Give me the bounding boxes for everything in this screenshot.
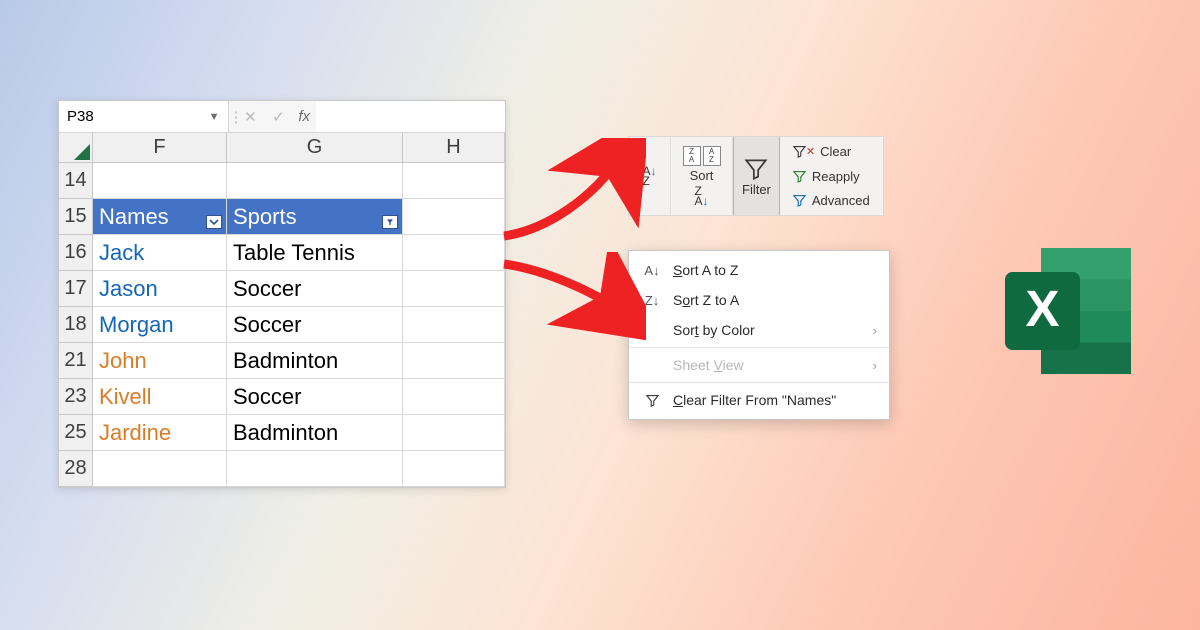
excel-logo-icon: X [996, 236, 1146, 386]
cell[interactable] [403, 451, 505, 487]
reapply-filter-button[interactable]: Reapply [788, 166, 874, 187]
worksheet-grid: F G H 1415NamesSports 16JackTable Tennis 1… [59, 133, 505, 487]
cell[interactable] [403, 271, 505, 307]
clear-filter-button[interactable]: ✕ Clear [788, 141, 874, 162]
name-box[interactable]: P38 ▼ [59, 101, 229, 132]
menu-sort-za[interactable]: Z↓ Sort Z to A [629, 285, 889, 315]
row-header[interactable]: 23 [59, 379, 93, 415]
cell-name[interactable] [93, 163, 227, 199]
svg-text:X: X [1025, 280, 1059, 337]
column-header[interactable]: H [403, 133, 505, 163]
cell[interactable] [403, 415, 505, 451]
formula-bar: P38 ▼ ⋮ ✕ ✓ fx [59, 101, 505, 133]
cell-sport[interactable]: Table Tennis [227, 235, 403, 271]
cell[interactable] [403, 199, 505, 235]
cell-name[interactable]: Kivell [93, 379, 227, 415]
spreadsheet-panel: P38 ▼ ⋮ ✕ ✓ fx F G H 1415NamesSports16Ja… [58, 100, 506, 488]
confirm-formula-icon[interactable]: ✓ [264, 108, 292, 126]
filter-dropdown-icon[interactable] [206, 215, 222, 229]
menu-separator [629, 382, 889, 383]
menu-sheet-view: Sheet View › [629, 350, 889, 380]
sort-za-icon: Z↓ [641, 293, 663, 308]
menu-sort-by-color[interactable]: Sort by Color › [629, 315, 889, 345]
filter-button[interactable]: Filter [733, 137, 780, 215]
sort-az-button[interactable]: A↓Z [629, 137, 671, 215]
cell[interactable] [403, 343, 505, 379]
advanced-filter-button[interactable]: Advanced [788, 190, 874, 211]
sort-az-icon: A↓ [641, 263, 663, 278]
cell[interactable] [403, 163, 505, 199]
formula-input[interactable] [316, 101, 505, 132]
chevron-right-icon: › [873, 358, 877, 373]
cell-name[interactable]: Jason [93, 271, 227, 307]
chevron-right-icon: › [873, 323, 877, 338]
column-header[interactable]: F [93, 133, 227, 163]
table-header-sports[interactable]: Sports [227, 199, 403, 235]
row-header[interactable]: 21 [59, 343, 93, 379]
cell-name[interactable]: Jack [93, 235, 227, 271]
cell-name[interactable]: Jardine [93, 415, 227, 451]
table-header-names[interactable]: Names [93, 199, 227, 235]
cancel-formula-icon[interactable]: ✕ [237, 108, 265, 126]
row-header[interactable]: 16 [59, 235, 93, 271]
arrow-to-menu [486, 252, 646, 342]
fx-label[interactable]: fx [292, 108, 316, 125]
sort-dialog-button[interactable]: ZA AZ Sort ZA↓ [671, 137, 733, 215]
row-header[interactable]: 14 [59, 163, 93, 199]
cell-sport[interactable] [227, 451, 403, 487]
menu-clear-filter[interactable]: Clear Filter From "Names" [629, 385, 889, 415]
cell-sport[interactable]: Badminton [227, 343, 403, 379]
row-header[interactable]: 17 [59, 271, 93, 307]
cell[interactable] [403, 379, 505, 415]
divider: ⋮ [229, 108, 237, 126]
cell[interactable] [403, 307, 505, 343]
filter-options: ✕ Clear Reapply Advanced [780, 137, 880, 215]
cell-name[interactable] [93, 451, 227, 487]
cell-sport[interactable]: Badminton [227, 415, 403, 451]
filter-dropdown-icon[interactable] [382, 215, 398, 229]
cell-sport[interactable] [227, 163, 403, 199]
arrow-to-ribbon [486, 138, 646, 248]
chevron-down-icon: ▼ [209, 111, 220, 123]
column-header[interactable]: G [227, 133, 403, 163]
cell-name[interactable]: Morgan [93, 307, 227, 343]
select-all-corner[interactable] [59, 133, 93, 163]
filter-dropdown-menu: A↓ Sort A to Z Z↓ Sort Z to A Sort by Co… [628, 250, 890, 420]
row-header[interactable]: 18 [59, 307, 93, 343]
cell[interactable] [403, 235, 505, 271]
menu-separator [629, 347, 889, 348]
row-header[interactable]: 28 [59, 451, 93, 487]
filter-label: Filter [742, 182, 771, 197]
menu-sort-az[interactable]: A↓ Sort A to Z [629, 255, 889, 285]
row-header[interactable]: 25 [59, 415, 93, 451]
cell-sport[interactable]: Soccer [227, 271, 403, 307]
ribbon-sort-filter-group: A↓Z ZA AZ Sort ZA↓ Filter ✕ Clear Reappl… [628, 136, 884, 216]
row-header[interactable]: 15 [59, 199, 93, 235]
cell-name[interactable]: John [93, 343, 227, 379]
cell-sport[interactable]: Soccer [227, 379, 403, 415]
sort-label: Sort [690, 168, 714, 183]
clear-filter-icon [641, 393, 663, 408]
cell-sport[interactable]: Soccer [227, 307, 403, 343]
name-box-value: P38 [67, 108, 94, 125]
